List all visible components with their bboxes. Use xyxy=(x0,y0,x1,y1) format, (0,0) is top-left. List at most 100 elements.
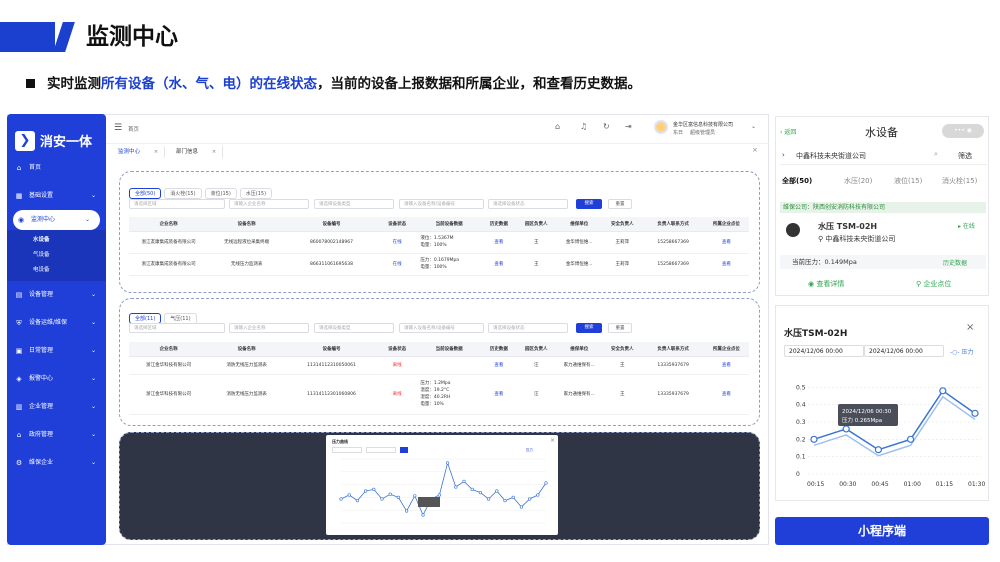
sidebar-nav: ⌂ 首页 ▦ 基础设置 ⌄ ◉ 监测中心 ⌄ 水设备 气设备 电设备 ▤ 设备管理 ⌄ ⛨ 设备运维/维保 ⌄ ▣… xyxy=(7,154,106,477)
home-icon[interactable]: ⌂ xyxy=(555,122,560,131)
table-cell[interactable]: 查看 xyxy=(703,374,749,415)
history-link[interactable]: 历史数据 xyxy=(943,258,967,267)
data-point xyxy=(347,493,351,497)
filter-input[interactable]: 请选择区域 xyxy=(129,323,225,333)
search-button[interactable]: 搜索 xyxy=(576,199,602,209)
sidebar-item[interactable]: ▤ 设备管理 ⌄ xyxy=(7,281,106,309)
data-point xyxy=(478,490,482,495)
table-cell[interactable]: 查看 xyxy=(703,356,749,375)
filter-input[interactable]: 请选择设备状态 xyxy=(488,199,568,209)
search-bar[interactable]: › 中鑫科技未央街道公司 ⌕ 筛选 xyxy=(780,147,987,165)
column-header: 安全负责人 xyxy=(601,342,643,357)
mobile-tab[interactable]: 水压(20) xyxy=(844,176,872,186)
tab-monitor[interactable]: 监测中心 × xyxy=(112,146,166,158)
table-cell: 家力通维保有... xyxy=(556,356,602,375)
logout-icon[interactable]: ⇥ xyxy=(625,122,632,131)
reset-button[interactable]: 重置 xyxy=(608,323,632,333)
table-cell[interactable]: 查看 xyxy=(703,231,749,254)
filter-input[interactable]: 请输入设备名称/设备编号 xyxy=(399,199,484,209)
sidebar-subitem[interactable]: 水设备 xyxy=(7,233,106,248)
filter-tab[interactable]: 水压(15) xyxy=(239,188,273,199)
close-all-icon[interactable]: × xyxy=(752,146,758,154)
gas-device-table: 企业名称 设备名称 设备编号 设备状态 当前设备数据 历史数据 园区负责人 维保单位 安全负责人… xyxy=(129,342,749,415)
start-date-picker[interactable]: 2024/12/06 00:00 xyxy=(784,345,864,357)
data-point xyxy=(971,409,979,417)
alarm-icon: ◈ xyxy=(16,375,22,383)
x-tick-label: 01:15 xyxy=(936,481,953,488)
device-reading: 电量：100% xyxy=(420,243,447,248)
table-cell: 11314112301060806 xyxy=(285,374,378,415)
sidebar-item[interactable]: ⌂ 政府管理 ⌄ xyxy=(7,421,106,449)
filter-input[interactable]: 请选择设备类型 xyxy=(314,323,394,333)
close-icon[interactable]: × xyxy=(966,322,974,333)
table-cell[interactable]: 查看 xyxy=(481,253,516,276)
reset-button[interactable]: 重置 xyxy=(608,199,632,209)
mobile-tab[interactable]: 全部(50) xyxy=(782,176,812,186)
sidebar-item[interactable]: ▣ 日常管理 ⌄ xyxy=(7,337,106,365)
sidebar-item[interactable]: ◈ 报警中心 ⌄ xyxy=(7,365,106,393)
avatar[interactable] xyxy=(654,120,668,134)
mobile-tab[interactable]: 消火栓(15) xyxy=(942,176,977,186)
data-point xyxy=(404,509,409,513)
sidebar-item[interactable]: ⚙ 维保企业 ⌄ xyxy=(7,449,106,477)
sidebar-item[interactable]: ▥ 企业管理 ⌄ xyxy=(7,393,106,421)
column-header: 历史数据 xyxy=(481,217,516,232)
filter-tab[interactable]: 消火栓(15) xyxy=(164,188,202,199)
x-tick-label: 01:30 xyxy=(968,481,985,488)
bell-icon[interactable]: ♫ xyxy=(580,122,587,131)
data-point xyxy=(445,461,450,465)
table-cell[interactable]: 查看 xyxy=(481,356,516,375)
table-cell: 消防无线压力监测表 xyxy=(208,374,286,415)
filter-input[interactable]: 请选择设备状态 xyxy=(488,323,568,333)
back-button[interactable]: ‹ 返回 xyxy=(780,127,796,136)
refresh-icon[interactable]: ↻ xyxy=(603,122,610,131)
filter-input[interactable]: 请输入企业名称 xyxy=(229,323,309,333)
location-button[interactable]: ⚲ 企业点位 xyxy=(916,279,951,289)
y-tick-label: 0.3 xyxy=(796,419,806,426)
query-button[interactable] xyxy=(400,447,408,453)
table-cell: 11314112310050061 xyxy=(285,356,378,375)
water-device-panel: 全部(50) 消火栓(15) 液位(15) 水压(15) 搜索 重置 企业名称 设备名称… xyxy=(119,171,760,293)
capsule-menu[interactable]: ••• ◉ xyxy=(942,124,984,138)
history-modal: 压力曲线 × 压力 xyxy=(326,435,558,535)
menu-icon[interactable]: ☰ xyxy=(114,123,122,133)
sidebar-item[interactable]: ◉ 监测中心 ⌄ xyxy=(13,210,100,230)
column-header: 设备编号 xyxy=(285,342,378,357)
end-date-input[interactable] xyxy=(366,447,396,453)
view-detail-button[interactable]: ◉ 查看详情 xyxy=(808,279,844,289)
gas-filter-tabs: 全部(11) 气压(11) xyxy=(129,305,200,324)
table-row: 浙江金华科技有限公司 消防无线压力监测表 11314112301060806 离线 压力… xyxy=(129,374,749,415)
mobile-tab[interactable]: 液位(15) xyxy=(894,176,922,186)
table-cell: 压力：1.2Mpa 温度：19.2°C 湿度：40.2RH 电量：10% xyxy=(416,374,482,415)
close-icon[interactable]: × xyxy=(550,437,555,444)
data-point xyxy=(388,492,392,496)
filter-tab[interactable]: 液位(15) xyxy=(204,188,237,199)
table-cell: 汪 xyxy=(515,374,557,415)
table-cell[interactable]: 查看 xyxy=(481,231,516,254)
sidebar-item[interactable]: ▦ 基础设置 ⌄ xyxy=(7,182,106,210)
filter-input[interactable]: 请输入企业名称 xyxy=(229,199,309,209)
table-cell: 13335937679 xyxy=(642,374,704,415)
tab-department[interactable]: 部门信息 × xyxy=(170,146,224,158)
sidebar-subitem[interactable]: 电设备 xyxy=(7,263,106,278)
table-cell: 无线远程液位采集终端 xyxy=(208,231,286,254)
device-reading: 湿度：40.2RH xyxy=(420,395,451,400)
end-date-picker[interactable]: 2024/12/06 00:00 xyxy=(864,345,944,357)
mini-line-chart xyxy=(339,458,548,524)
start-date-input[interactable] xyxy=(332,447,362,453)
filter-input[interactable]: 请选择区域 xyxy=(129,199,225,209)
sidebar-item-label: 维保企业 xyxy=(29,459,54,466)
search-button[interactable]: 搜索 xyxy=(576,323,602,333)
sidebar-item[interactable]: ⌂ 首页 xyxy=(7,154,106,182)
filter-input[interactable]: 请输入设备名称/设备编号 xyxy=(399,323,484,333)
sidebar-subitem[interactable]: 气设备 xyxy=(7,248,106,263)
table-cell: 汪 xyxy=(515,356,557,375)
chevron-down-icon[interactable]: ⌄ xyxy=(751,123,756,130)
filter-tab[interactable]: 全部(50) xyxy=(129,188,162,199)
data-point xyxy=(437,493,441,497)
filter-input[interactable]: 请选择设备类型 xyxy=(314,199,394,209)
table-cell[interactable]: 查看 xyxy=(481,374,516,415)
water-device-table: 企业名称 设备名称 设备编号 设备状态 当前设备数据 历史数据 园区负责人 维保单位 安全负责人… xyxy=(129,217,749,276)
sidebar-item[interactable]: ⛨ 设备运维/维保 ⌄ xyxy=(7,309,106,337)
table-cell[interactable]: 查看 xyxy=(703,253,749,276)
